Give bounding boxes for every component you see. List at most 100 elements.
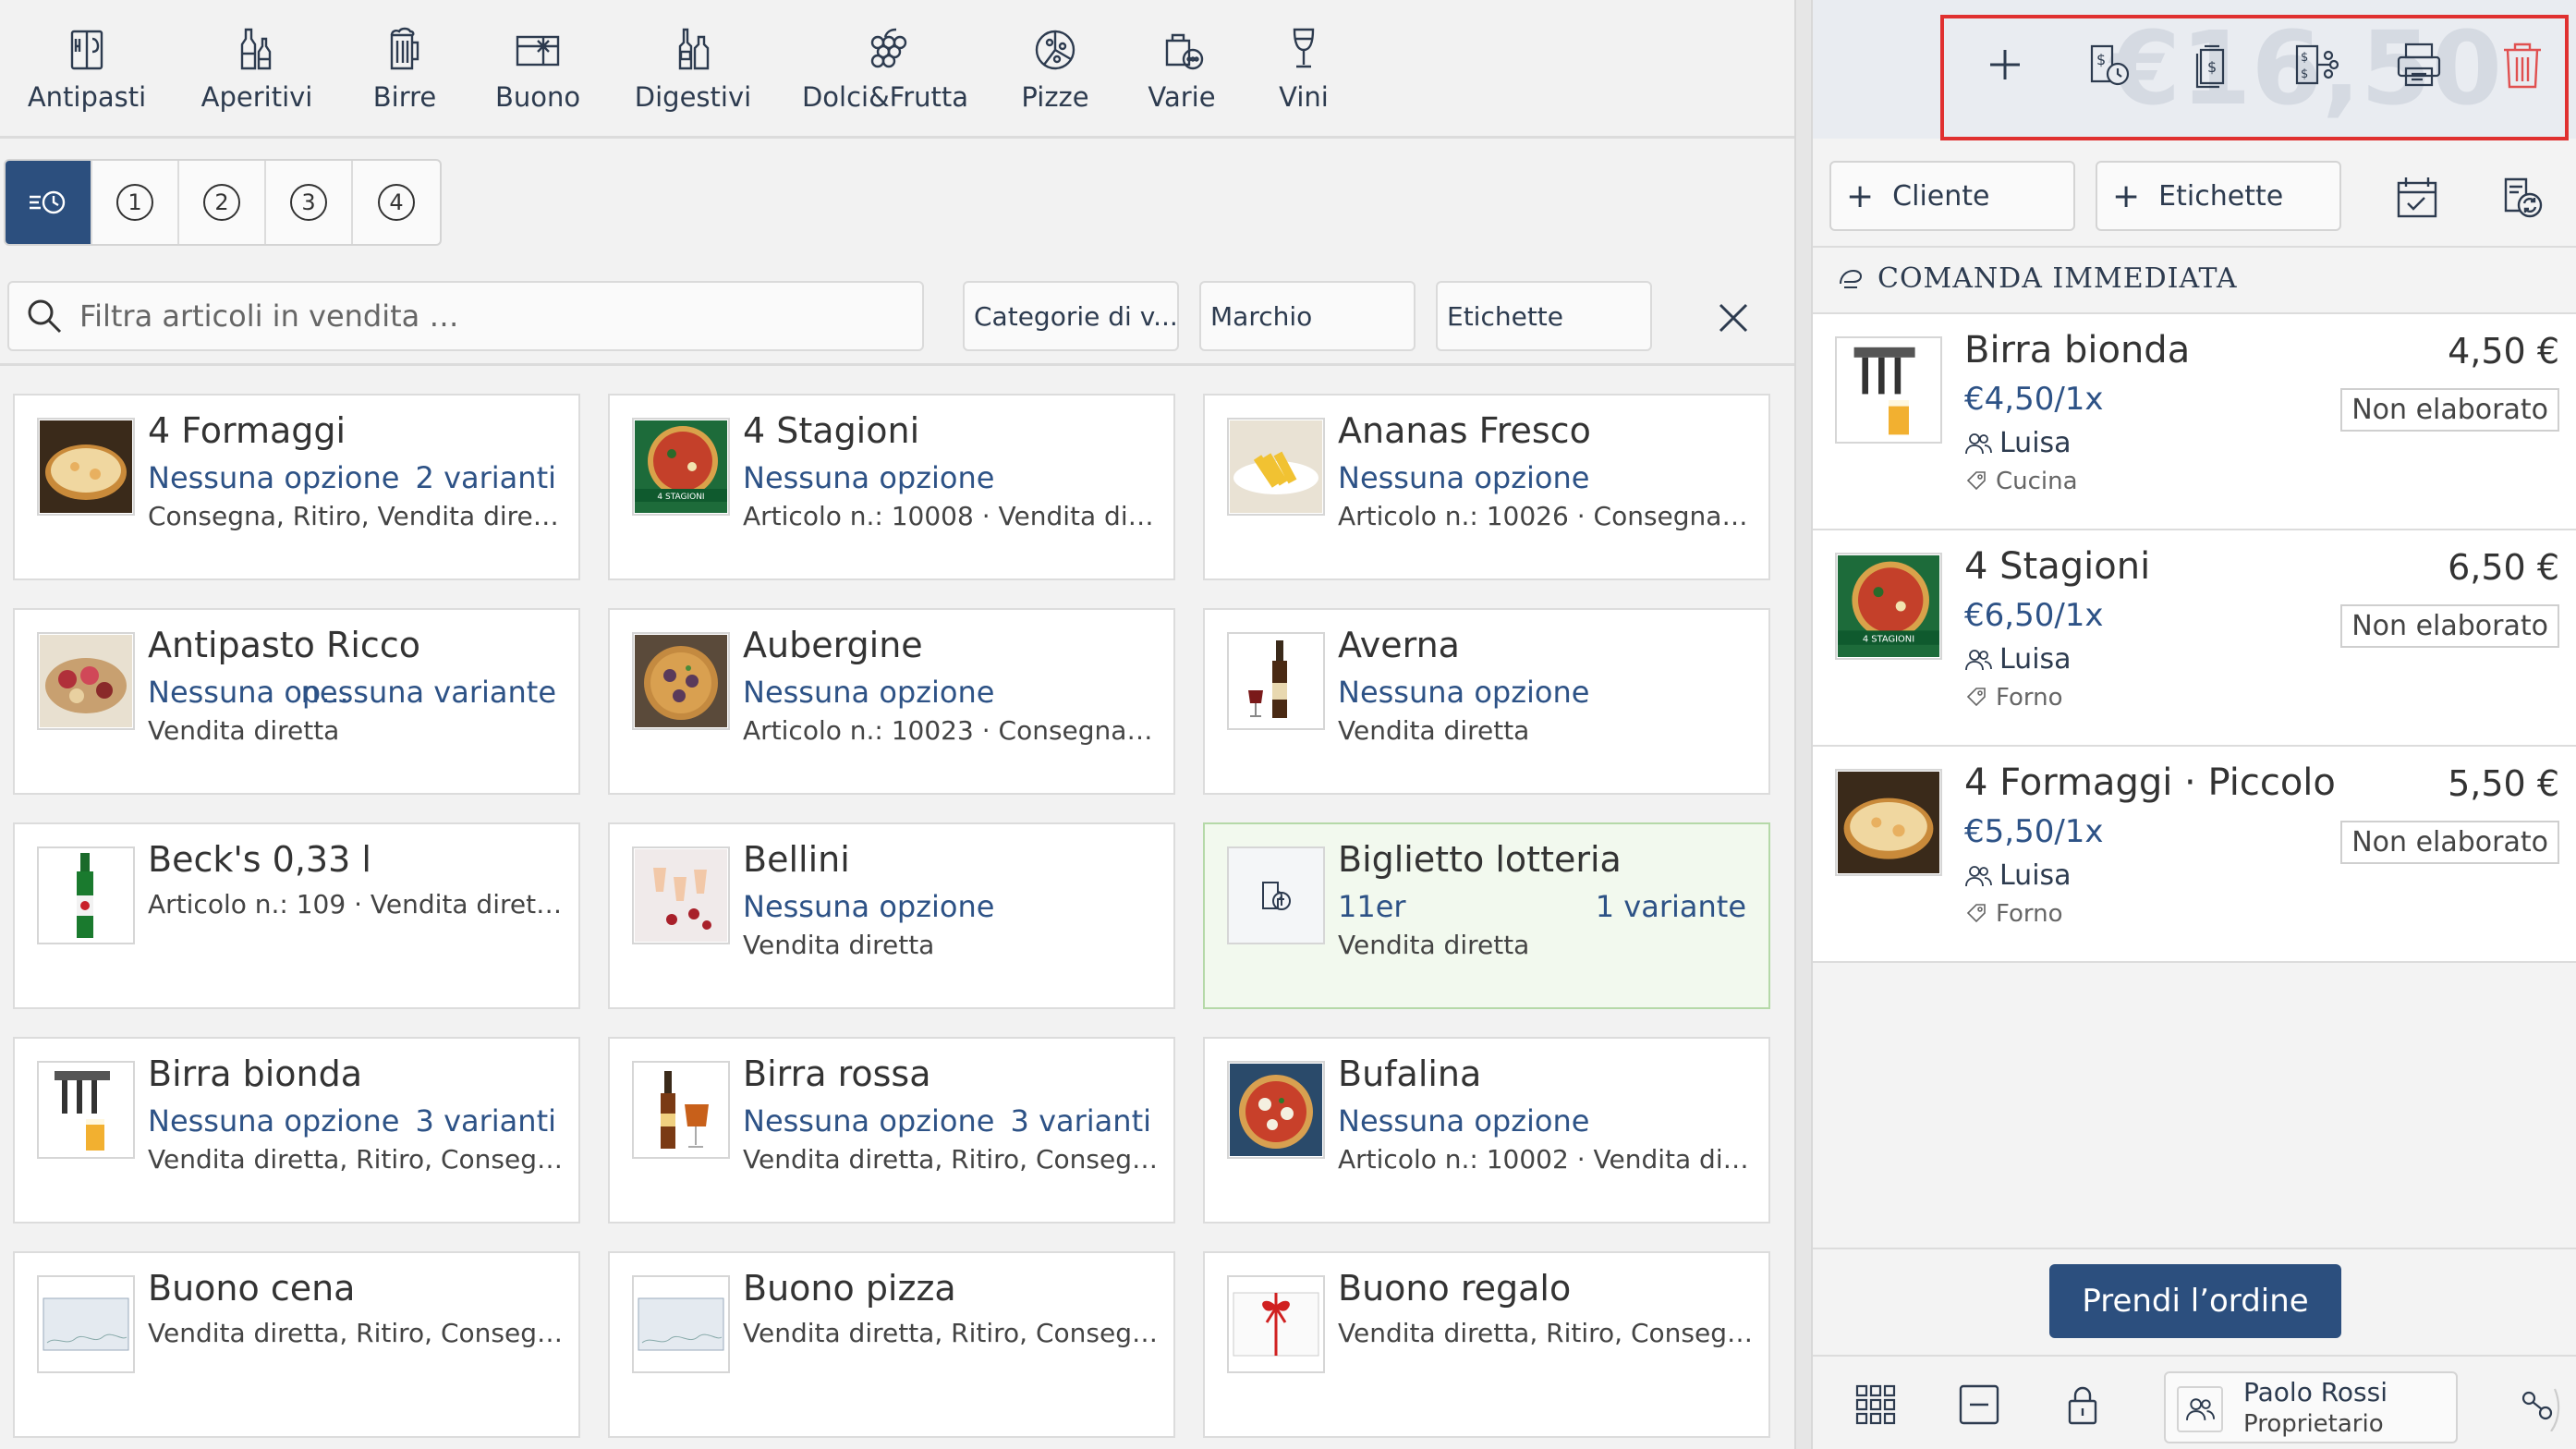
product-card[interactable]: Buono pizza Vendita diretta, Ritiro, Con… [608, 1251, 1175, 1438]
product-card[interactable]: 4 STAGIONI 4 Stagioni Nessuna opzione Ar… [608, 394, 1175, 580]
order-item-station: Cucina [1964, 468, 2078, 495]
product-image [37, 632, 135, 730]
product-card[interactable]: Averna Nessuna opzione Vendita diretta [1203, 608, 1770, 795]
category-antipasti[interactable]: Antipasti [28, 22, 146, 124]
category-bar: Antipasti Aperitivi Birre Buono Digestiv… [0, 0, 1794, 139]
product-card[interactable]: Ananas Fresco Nessuna opzione Articolo n… [1203, 394, 1770, 580]
product-image [1227, 632, 1325, 730]
order-item[interactable]: 4 STAGIONI 4 Stagioni €6,50/1x Luisa For… [1813, 530, 2576, 747]
order-item-image: 4 STAGIONI [1835, 553, 1942, 660]
printer-icon [2397, 43, 2441, 87]
product-image [632, 1275, 730, 1373]
take-order-button[interactable]: Prendi l’ordine [2049, 1264, 2341, 1338]
misc-bag-icon [1165, 33, 1204, 70]
pay-later-button[interactable]: $ [2081, 37, 2136, 92]
product-image [37, 418, 135, 516]
immediate-course-icon [1840, 269, 1863, 288]
svg-text:$: $ [2096, 51, 2106, 68]
plus-icon: + [2112, 177, 2141, 215]
bill-copy-icon: $ [2195, 44, 2225, 89]
grid-icon [1855, 1384, 1896, 1425]
station-tag-icon [1966, 688, 1986, 707]
bill-clock-icon: $ [2090, 44, 2130, 86]
current-user-button[interactable]: Paolo Rossi Proprietario [2164, 1371, 2458, 1443]
grapes-icon [870, 28, 907, 68]
category-birre[interactable]: Birre [368, 22, 442, 124]
users-icon [1965, 865, 1992, 886]
voucher-icon [516, 35, 560, 67]
order-item-image [1835, 769, 1942, 876]
order-item[interactable]: Birra bionda €4,50/1x Luisa Cucina 4,50 … [1813, 314, 2576, 530]
product-image [1227, 846, 1325, 944]
product-image [37, 1061, 135, 1159]
filter-sales-categories[interactable]: Categorie di v... [963, 281, 1179, 351]
search-row: Categorie di v... Marchio Etichette [0, 259, 1794, 366]
filter-tags[interactable]: Etichette [1436, 281, 1652, 351]
lock-icon [2068, 1386, 2097, 1425]
product-image [1227, 418, 1325, 516]
highlighted-toolbar-area [1940, 15, 2569, 140]
split-payment-button[interactable]: $ $ [2288, 37, 2343, 92]
product-image [37, 846, 135, 944]
order-item[interactable]: 4 Formaggi · Piccolo €5,50/1x Luisa Forn… [1813, 747, 2576, 963]
product-card[interactable]: Antipasto Ricco Nessuna op... nessuna va… [13, 608, 580, 795]
svg-text:4 STAGIONI: 4 STAGIONI [1863, 635, 1914, 645]
delete-order-button[interactable] [2495, 37, 2550, 92]
product-image [632, 632, 730, 730]
add-customer-button[interactable]: + Cliente [1829, 161, 2075, 231]
product-image [37, 1275, 135, 1373]
course-tab-4[interactable]: 4 [353, 161, 440, 244]
course-tab-2[interactable]: 2 [179, 161, 266, 244]
lock-screen-button[interactable] [2057, 1379, 2108, 1431]
add-order-button[interactable] [1977, 37, 2033, 92]
schedule-button[interactable] [2389, 170, 2445, 225]
category-pizze[interactable]: Pizze [1021, 22, 1089, 124]
product-card[interactable]: Buono regalo Vendita diretta, Ritiro, Co… [1203, 1251, 1770, 1438]
course-tab-3[interactable]: 3 [266, 161, 353, 244]
category-aperitivi[interactable]: Aperitivi [201, 22, 312, 124]
filter-brand[interactable]: Marchio [1199, 281, 1416, 351]
menu-card-icon [70, 30, 103, 70]
print-receipt-button[interactable] [2391, 37, 2447, 92]
course-tabs: 1 2 3 4 [4, 159, 442, 246]
cash-drawer-button[interactable] [1953, 1379, 2005, 1431]
order-item-image [1835, 336, 1942, 444]
customer-row: + Cliente + Etichette [1813, 139, 2576, 248]
order-item-station: Forno [1964, 684, 2063, 712]
split-bill-button[interactable]: $ [2184, 37, 2240, 92]
document-sync-icon [2504, 177, 2543, 218]
svg-text:$: $ [2301, 51, 2308, 65]
clear-filters-button[interactable] [1706, 290, 1761, 346]
product-card[interactable]: 4 Formaggi Nessuna opzione 2 varianti Co… [13, 394, 580, 580]
immediate-course-icon [30, 190, 66, 214]
network-icon [2521, 1388, 2560, 1431]
transfer-order-button[interactable] [2495, 170, 2550, 225]
product-card[interactable]: Birra bionda Nessuna opzione 3 varianti … [13, 1037, 580, 1224]
category-buono[interactable]: Buono [495, 22, 580, 124]
category-dolci-frutta[interactable]: Dolci&Frutta [802, 22, 968, 124]
bottom-toolbar: Paolo Rossi Proprietario [1813, 1355, 2576, 1449]
product-card[interactable]: Birra rossa Nessuna opzione 3 varianti V… [608, 1037, 1175, 1224]
trash-icon [2504, 43, 2541, 89]
course-tab-1[interactable]: 1 [92, 161, 179, 244]
product-card[interactable]: Aubergine Nessuna opzione Articolo n.: 1… [608, 608, 1175, 795]
product-card[interactable]: Beck's 0,33 l Articolo n.: 109 · Vendita… [13, 822, 580, 1009]
course-immediate-tab[interactable] [6, 161, 92, 244]
users-icon [1965, 432, 1992, 454]
order-item-station: Forno [1964, 900, 2063, 928]
connections-button[interactable] [2515, 1382, 2567, 1434]
product-card[interactable]: Bufalina Nessuna opzione Articolo n.: 10… [1203, 1037, 1770, 1224]
category-digestivi[interactable]: Digestivi [635, 22, 751, 124]
category-vini[interactable]: Vini [1279, 22, 1329, 124]
search-input[interactable] [79, 298, 893, 334]
calendar-check-icon [2397, 177, 2437, 218]
add-tags-button[interactable]: + Etichette [2096, 161, 2341, 231]
product-card-selected[interactable]: Biglietto lotteria 11er 1 variante Vendi… [1203, 822, 1770, 1009]
product-card[interactable]: Buono cena Vendita diretta, Ritiro, Cons… [13, 1251, 580, 1438]
pane-divider[interactable] [1794, 0, 1813, 1449]
category-varie[interactable]: Varie [1148, 22, 1216, 124]
product-image [632, 1061, 730, 1159]
apps-grid-button[interactable] [1850, 1379, 1902, 1431]
product-card[interactable]: Bellini Nessuna opzione Vendita diretta [608, 822, 1175, 1009]
product-image [632, 846, 730, 944]
